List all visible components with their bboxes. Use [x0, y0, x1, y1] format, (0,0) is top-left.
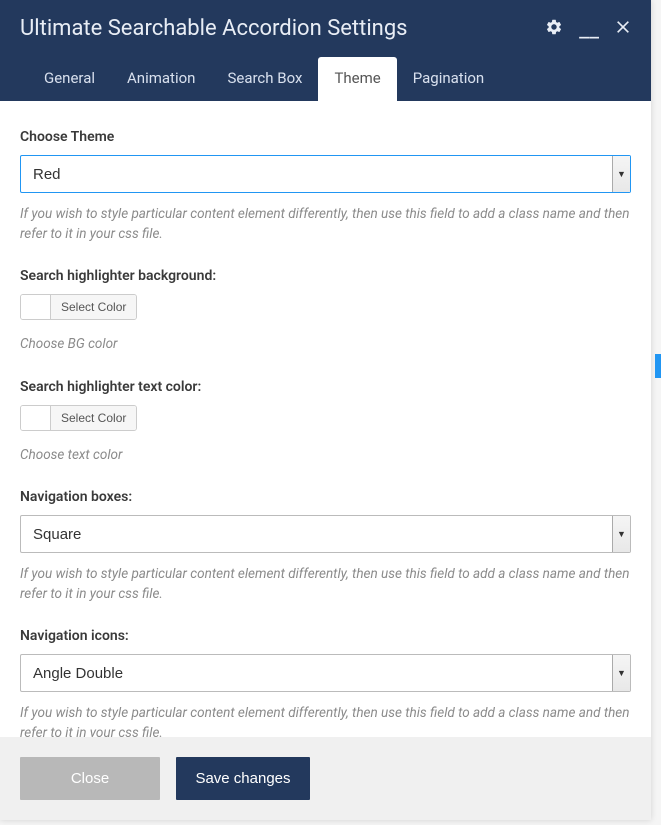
tab-animation[interactable]: Animation [111, 57, 211, 101]
choose-theme-select[interactable]: Red [20, 155, 631, 193]
choose-theme-label: Choose Theme [20, 129, 631, 145]
field-nav-boxes: Navigation boxes: Square ▼ If you wish t… [20, 489, 631, 604]
highlighter-bg-hint: Choose BG color [20, 335, 631, 355]
modal-content: Choose Theme Red ▼ If you wish to style … [0, 101, 651, 737]
settings-modal: Ultimate Searchable Accordion Settings _… [0, 0, 651, 820]
highlighter-text-hint: Choose text color [20, 446, 631, 466]
select-color-button[interactable]: Select Color [51, 406, 136, 430]
tab-general[interactable]: General [28, 57, 111, 101]
select-wrap: Angle Double ▼ [20, 654, 631, 692]
modal-footer: Close Save changes [0, 737, 651, 820]
highlighter-text-label: Search highlighter text color: [20, 379, 631, 395]
color-swatch [21, 295, 51, 319]
tabs-container: General Animation Search Box Theme Pagin… [28, 57, 631, 101]
nav-boxes-select[interactable]: Square [20, 515, 631, 553]
field-highlighter-text: Search highlighter text color: Select Co… [20, 379, 631, 466]
highlighter-bg-label: Search highlighter background: [20, 268, 631, 284]
color-swatch [21, 406, 51, 430]
choose-theme-hint: If you wish to style particular content … [20, 205, 631, 244]
save-button[interactable]: Save changes [176, 757, 310, 800]
gear-icon[interactable] [545, 18, 563, 40]
field-highlighter-bg: Search highlighter background: Select Co… [20, 268, 631, 355]
nav-boxes-label: Navigation boxes: [20, 489, 631, 505]
select-color-button[interactable]: Select Color [51, 295, 136, 319]
minimize-icon[interactable]: __ [579, 27, 599, 35]
nav-boxes-hint: If you wish to style particular content … [20, 565, 631, 604]
side-tag [655, 354, 661, 378]
modal-title: Ultimate Searchable Accordion Settings [20, 16, 408, 41]
select-wrap: Red ▼ [20, 155, 631, 193]
nav-icons-label: Navigation icons: [20, 628, 631, 644]
tab-theme[interactable]: Theme [318, 57, 396, 101]
tab-search-box[interactable]: Search Box [211, 57, 318, 101]
close-icon[interactable] [615, 19, 631, 39]
close-button[interactable]: Close [20, 757, 160, 800]
modal-header: Ultimate Searchable Accordion Settings _… [0, 0, 651, 101]
field-choose-theme: Choose Theme Red ▼ If you wish to style … [20, 129, 631, 244]
highlighter-text-color-picker[interactable]: Select Color [20, 405, 137, 431]
header-controls: __ [545, 18, 631, 40]
field-nav-icons: Navigation icons: Angle Double ▼ If you … [20, 628, 631, 737]
header-top: Ultimate Searchable Accordion Settings _… [20, 16, 631, 41]
nav-icons-select[interactable]: Angle Double [20, 654, 631, 692]
tab-pagination[interactable]: Pagination [397, 57, 500, 101]
select-wrap: Square ▼ [20, 515, 631, 553]
nav-icons-hint: If you wish to style particular content … [20, 704, 631, 737]
highlighter-bg-color-picker[interactable]: Select Color [20, 294, 137, 320]
